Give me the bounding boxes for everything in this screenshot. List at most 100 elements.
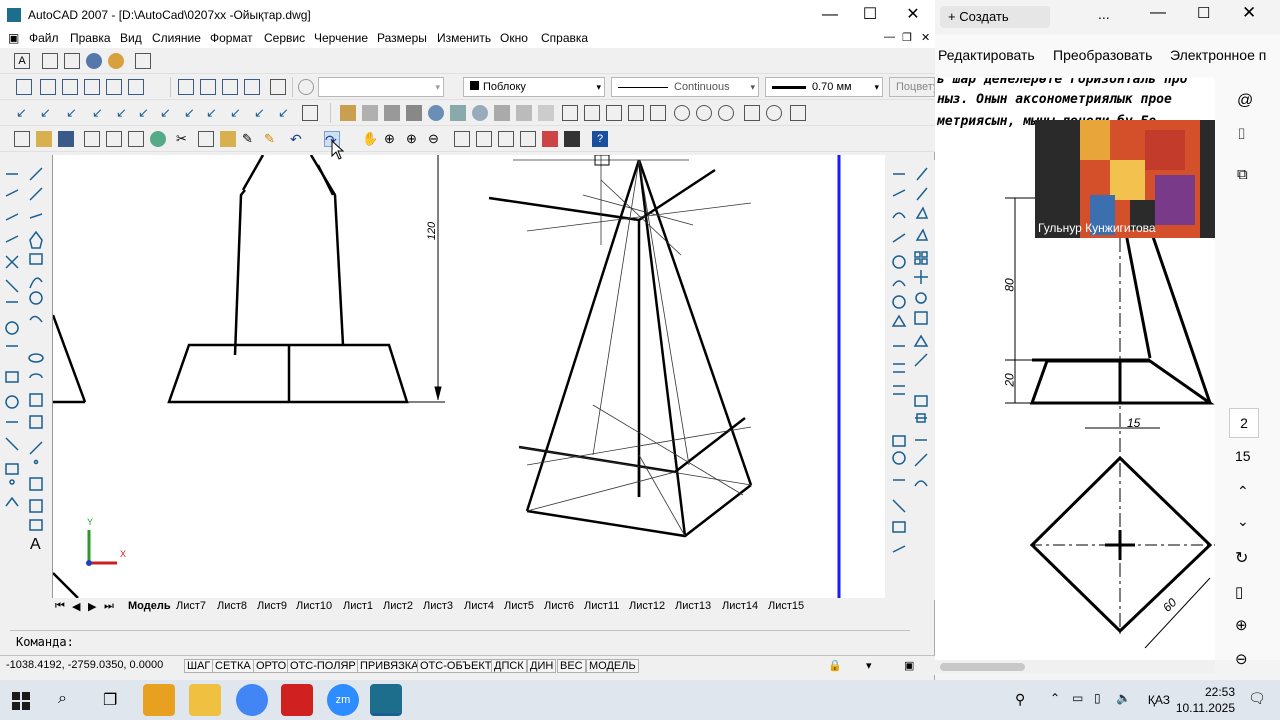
dim-aligned-icon[interactable]: ↙ bbox=[40, 105, 56, 121]
color-dropdown[interactable]: Поблоку ▾ bbox=[463, 77, 605, 97]
menu-window[interactable]: Окно bbox=[500, 31, 528, 45]
view-back-icon[interactable] bbox=[128, 79, 144, 95]
page-number-input[interactable]: 2 bbox=[1229, 408, 1259, 438]
text-tool-icon[interactable]: A bbox=[30, 536, 41, 554]
tab-sheet13[interactable]: Лист13 bbox=[675, 600, 711, 612]
convert-tab[interactable]: Преобразовать bbox=[1053, 47, 1152, 63]
sublime-app-icon[interactable] bbox=[143, 684, 175, 716]
paste-icon[interactable] bbox=[220, 131, 236, 147]
tab-sheet15[interactable]: Лист15 bbox=[768, 600, 804, 612]
iso-sw-icon[interactable] bbox=[178, 79, 194, 95]
notifications-icon[interactable]: 🗨 bbox=[1248, 690, 1266, 707]
volume-icon[interactable]: 🔈 bbox=[1116, 691, 1131, 705]
iso-nw-icon[interactable] bbox=[244, 79, 260, 95]
solid-sphere-icon[interactable] bbox=[428, 105, 444, 121]
close-icon[interactable]: ✕ bbox=[1242, 3, 1256, 23]
minimize-icon[interactable]: — bbox=[815, 4, 845, 26]
scroll-thumb[interactable] bbox=[940, 663, 1025, 671]
solid-wedge-icon[interactable] bbox=[384, 105, 400, 121]
helix-icon[interactable] bbox=[516, 105, 532, 121]
tab-sheet6[interactable]: Лист6 bbox=[544, 600, 574, 612]
autocad-taskbar-icon[interactable] bbox=[370, 684, 402, 716]
tab-sheet2[interactable]: Лист2 bbox=[383, 600, 413, 612]
task-view-icon[interactable]: ❐ bbox=[103, 690, 117, 710]
publish-icon[interactable] bbox=[128, 131, 144, 147]
dim-linear-icon[interactable]: ↙ bbox=[16, 105, 32, 121]
lineweight-dropdown[interactable]: 0.70 мм ▾ bbox=[765, 77, 883, 97]
continuous-orbit-icon[interactable] bbox=[718, 105, 734, 121]
solid-pyramid-icon[interactable] bbox=[494, 105, 510, 121]
tab-sheet9[interactable]: Лист9 bbox=[257, 600, 287, 612]
dim-tolerance-icon[interactable]: ↙ bbox=[254, 105, 270, 121]
box-icon[interactable] bbox=[42, 53, 58, 69]
menu-edit[interactable]: Правка bbox=[70, 31, 111, 45]
tab-last-icon[interactable]: ⏭ bbox=[104, 600, 114, 613]
minimize-icon[interactable]: — bbox=[1150, 4, 1166, 22]
create-button[interactable]: + Создать bbox=[940, 6, 1050, 28]
network-icon[interactable]: ▭ bbox=[1072, 691, 1083, 705]
doc-minimize-icon[interactable]: — bbox=[884, 31, 895, 43]
ducs-toggle[interactable]: ДПСК bbox=[491, 659, 527, 673]
dyn-toggle[interactable]: ДИН bbox=[527, 659, 557, 673]
solid-torus-icon[interactable] bbox=[472, 105, 488, 121]
maximize-icon[interactable]: ☐ bbox=[1197, 4, 1210, 22]
view-left-icon[interactable] bbox=[62, 79, 78, 95]
move-3d-icon[interactable] bbox=[744, 105, 760, 121]
battery-icon[interactable]: ▯ bbox=[1094, 691, 1101, 705]
tab-prev-icon[interactable]: ◀ bbox=[72, 600, 80, 613]
menu-format[interactable]: Формат bbox=[210, 31, 253, 45]
calculator-icon[interactable] bbox=[564, 131, 580, 147]
clean-screen-icon[interactable]: ▣ bbox=[904, 659, 914, 672]
close-icon[interactable]: ✕ bbox=[898, 4, 928, 26]
cut-icon[interactable]: ✂ bbox=[176, 131, 192, 147]
zoom-out-icon[interactable]: ⊖ bbox=[1235, 650, 1248, 668]
solid-cone-icon[interactable] bbox=[406, 105, 422, 121]
preview-icon[interactable] bbox=[106, 131, 122, 147]
solid-cylinder-icon[interactable] bbox=[450, 105, 466, 121]
model-space-canvas[interactable]: 120 Y X bbox=[52, 155, 885, 598]
view-top-icon[interactable] bbox=[16, 79, 32, 95]
plotstyle-dropdown[interactable]: Поцвету bbox=[889, 77, 935, 97]
menu-modify[interactable]: Изменить bbox=[437, 31, 491, 45]
iso-se-icon[interactable] bbox=[200, 79, 216, 95]
tab-sheet14[interactable]: Лист14 bbox=[722, 600, 758, 612]
linetype-dropdown[interactable]: Continuous ▾ bbox=[611, 77, 759, 97]
windows-start-icon[interactable] bbox=[12, 692, 30, 710]
tab-sheet5[interactable]: Лист5 bbox=[504, 600, 534, 612]
model-toggle[interactable]: МОДЕЛЬ bbox=[586, 659, 639, 673]
pan-icon[interactable]: ✋ bbox=[362, 131, 378, 147]
block-editor-icon[interactable]: ✎ bbox=[264, 131, 280, 147]
edit-tab[interactable]: Редактировать bbox=[938, 47, 1035, 63]
tray-settings-icon[interactable]: ▾ bbox=[866, 659, 872, 672]
zoom-in-icon[interactable]: ⊕ bbox=[1235, 616, 1248, 634]
system-clock[interactable]: 22:53 10.11.2025 bbox=[1176, 684, 1235, 716]
markup-icon[interactable] bbox=[542, 131, 558, 147]
planar-surface-icon[interactable] bbox=[538, 105, 554, 121]
design-center-icon[interactable] bbox=[476, 131, 492, 147]
properties-icon[interactable] bbox=[454, 131, 470, 147]
zoom-app-icon[interactable]: zm bbox=[327, 684, 359, 716]
tab-sheet7[interactable]: Лист7 bbox=[176, 600, 206, 612]
print-icon[interactable] bbox=[84, 131, 100, 147]
zoom-window-icon[interactable]: ⊕ bbox=[406, 131, 422, 147]
zoom-previous-icon[interactable]: ⊖ bbox=[428, 131, 444, 147]
tab-sheet3[interactable]: Лист3 bbox=[423, 600, 453, 612]
fit-page-icon[interactable]: ▯ bbox=[1235, 583, 1243, 601]
dim-angular-icon[interactable]: ↙ bbox=[160, 105, 176, 121]
layer-states-icon[interactable] bbox=[135, 53, 151, 69]
dim-ordinate-icon[interactable]: ↙ bbox=[92, 105, 108, 121]
subtract-icon[interactable] bbox=[584, 105, 600, 121]
dim-arc-icon[interactable]: ↙ bbox=[66, 105, 82, 121]
new-icon[interactable] bbox=[14, 131, 30, 147]
search-icon[interactable]: ⌕ bbox=[58, 690, 67, 708]
save-icon[interactable] bbox=[58, 131, 74, 147]
zoom-realtime-icon[interactable]: ⊕ bbox=[384, 131, 400, 147]
chrome-icon[interactable] bbox=[236, 684, 268, 716]
dim-center-icon[interactable]: ↙ bbox=[278, 105, 294, 121]
orbit-icon[interactable] bbox=[674, 105, 690, 121]
dim-edit-icon[interactable] bbox=[302, 105, 318, 121]
menu-merge[interactable]: Слияние bbox=[152, 31, 201, 45]
intersect-icon[interactable] bbox=[606, 105, 622, 121]
video-participant-tile[interactable]: Гульнур Кунжигитова bbox=[1035, 120, 1215, 238]
open-icon[interactable] bbox=[36, 131, 52, 147]
